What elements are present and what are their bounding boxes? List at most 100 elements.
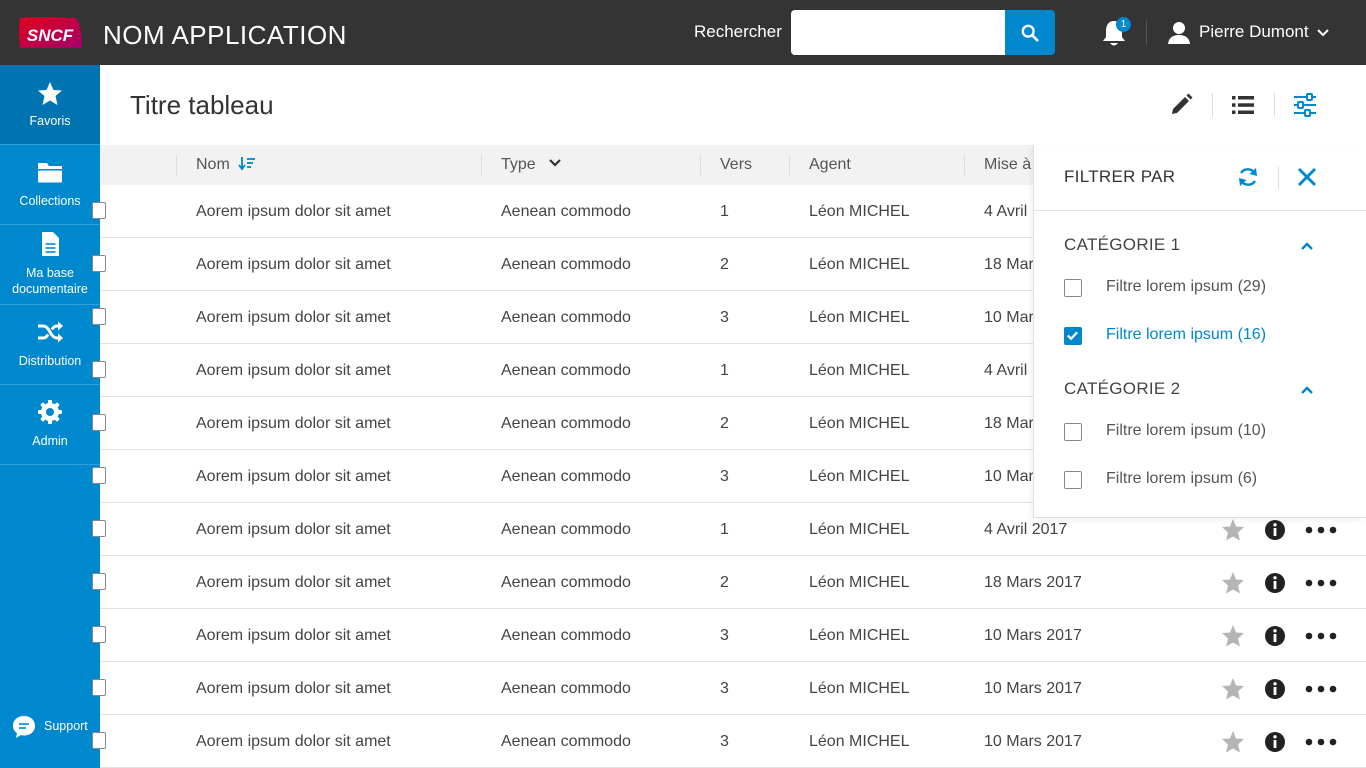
info-icon[interactable] — [1263, 677, 1287, 701]
more-options-icon[interactable] — [1305, 518, 1337, 542]
chevron-down-icon[interactable] — [1316, 26, 1330, 40]
filter-checkbox[interactable] — [1064, 423, 1082, 441]
divider — [1034, 210, 1366, 211]
cell-nom: Aorem ipsum dolor sit amet — [196, 309, 391, 326]
row-checkbox[interactable] — [92, 414, 106, 431]
info-icon[interactable] — [1263, 571, 1287, 595]
chevron-down-icon[interactable] — [548, 157, 562, 169]
document-icon — [42, 232, 59, 256]
cell-vers: 3 — [720, 733, 729, 750]
star-icon[interactable] — [1221, 677, 1245, 701]
folder-icon — [38, 163, 62, 183]
chevron-up-icon[interactable] — [1299, 238, 1315, 254]
star-icon[interactable] — [1221, 730, 1245, 754]
cell-vers: 1 — [720, 203, 729, 220]
cell-agent: Léon MICHEL — [809, 521, 910, 538]
row-checkbox[interactable] — [92, 361, 106, 378]
filter-option[interactable]: Filtre lorem ipsum (16) — [1064, 325, 1344, 347]
cell-nom: Aorem ipsum dolor sit amet — [196, 468, 391, 485]
filter-option[interactable]: Filtre lorem ipsum (10) — [1064, 421, 1344, 443]
check-icon — [1067, 331, 1079, 341]
sidebar: Favoris Collections Ma base documentaire… — [0, 65, 100, 768]
divider — [481, 155, 482, 175]
row-checkbox[interactable] — [92, 679, 106, 696]
search-button[interactable] — [1005, 10, 1055, 55]
sidebar-item-distribution[interactable]: Distribution — [0, 305, 100, 385]
row-checkbox[interactable] — [92, 255, 106, 272]
cell-agent: Léon MICHEL — [809, 574, 910, 591]
divider — [1212, 93, 1213, 117]
filter-category-2-title[interactable]: CATÉGORIE 2 — [1064, 379, 1180, 399]
refresh-icon[interactable] — [1236, 165, 1260, 189]
star-icon[interactable] — [1221, 518, 1245, 542]
table-row[interactable]: Aorem ipsum dolor sit amet Aenean commod… — [92, 662, 1366, 715]
table-row[interactable]: Aorem ipsum dolor sit amet Aenean commod… — [92, 715, 1366, 768]
cell-vers: 1 — [720, 521, 729, 538]
user-icon[interactable] — [1166, 20, 1192, 46]
row-checkbox[interactable] — [92, 308, 106, 325]
column-header-agent[interactable]: Agent — [809, 145, 851, 185]
cell-agent: Léon MICHEL — [809, 256, 910, 273]
pencil-icon[interactable] — [1169, 93, 1193, 117]
sidebar-item-favoris[interactable]: Favoris — [0, 65, 100, 145]
cell-type: Aenean commodo — [501, 574, 631, 591]
column-header-label: Type — [501, 156, 536, 173]
star-icon[interactable] — [1221, 571, 1245, 595]
cell-nom: Aorem ipsum dolor sit amet — [196, 521, 391, 538]
filter-checkbox[interactable] — [1064, 279, 1082, 297]
column-header-nom[interactable]: Nom — [196, 145, 256, 185]
more-options-icon[interactable] — [1305, 677, 1337, 701]
table-row[interactable]: Aorem ipsum dolor sit amet Aenean commod… — [92, 609, 1366, 662]
info-icon[interactable] — [1263, 730, 1287, 754]
more-options-icon[interactable] — [1305, 571, 1337, 595]
column-header-type[interactable]: Type — [501, 145, 562, 185]
sidebar-item-ma-base-documentaire[interactable]: Ma base documentaire — [0, 225, 100, 305]
filter-sliders-icon[interactable] — [1293, 93, 1317, 117]
divider — [176, 155, 177, 175]
top-bar: SNCF NOM APPLICATION Rechercher 1 Pierre… — [0, 0, 1366, 65]
filter-checkbox[interactable] — [1064, 471, 1082, 489]
chevron-up-icon[interactable] — [1299, 382, 1315, 398]
search-input[interactable] — [791, 10, 1006, 55]
cell-date: 18 Mar — [984, 256, 1034, 273]
sidebar-item-admin[interactable]: Admin — [0, 385, 100, 465]
cell-date: 10 Mars 2017 — [984, 627, 1082, 644]
sidebar-item-collections[interactable]: Collections — [0, 145, 100, 225]
filter-category-1-title[interactable]: CATÉGORIE 1 — [1064, 235, 1180, 255]
row-checkbox[interactable] — [92, 520, 106, 537]
cell-vers: 3 — [720, 468, 729, 485]
cell-agent: Léon MICHEL — [809, 627, 910, 644]
info-icon[interactable] — [1263, 518, 1287, 542]
cell-type: Aenean commodo — [501, 256, 631, 273]
cell-type: Aenean commodo — [501, 203, 631, 220]
cell-nom: Aorem ipsum dolor sit amet — [196, 415, 391, 432]
cell-type: Aenean commodo — [501, 362, 631, 379]
close-icon[interactable] — [1296, 166, 1318, 188]
column-header-mise-a-jour[interactable]: Mise à — [984, 145, 1031, 185]
row-checkbox[interactable] — [92, 467, 106, 484]
cell-agent: Léon MICHEL — [809, 733, 910, 750]
cell-agent: Léon MICHEL — [809, 468, 910, 485]
sncf-logo[interactable]: SNCF — [16, 14, 84, 52]
row-checkbox[interactable] — [92, 573, 106, 590]
more-options-icon[interactable] — [1305, 624, 1337, 648]
row-checkbox[interactable] — [92, 732, 106, 749]
row-checkbox[interactable] — [92, 626, 106, 643]
filter-option[interactable]: Filtre lorem ipsum (29) — [1064, 277, 1344, 299]
sidebar-item-label: Admin — [32, 434, 68, 448]
cell-agent: Léon MICHEL — [809, 415, 910, 432]
star-icon[interactable] — [1221, 624, 1245, 648]
filter-option[interactable]: Filtre lorem ipsum (6) — [1064, 469, 1344, 491]
sort-desc-icon[interactable] — [238, 155, 256, 171]
user-name[interactable]: Pierre Dumont — [1199, 22, 1309, 42]
list-icon[interactable] — [1231, 93, 1255, 117]
support-button[interactable]: Support — [12, 715, 100, 739]
more-options-icon[interactable] — [1305, 730, 1337, 754]
cell-agent: Léon MICHEL — [809, 680, 910, 697]
filter-option-label: Filtre lorem ipsum (10) — [1106, 422, 1267, 439]
info-icon[interactable] — [1263, 624, 1287, 648]
column-header-vers[interactable]: Vers — [720, 145, 752, 185]
filter-checkbox[interactable] — [1064, 327, 1082, 345]
table-row[interactable]: Aorem ipsum dolor sit amet Aenean commod… — [92, 556, 1366, 609]
row-checkbox[interactable] — [92, 202, 106, 219]
